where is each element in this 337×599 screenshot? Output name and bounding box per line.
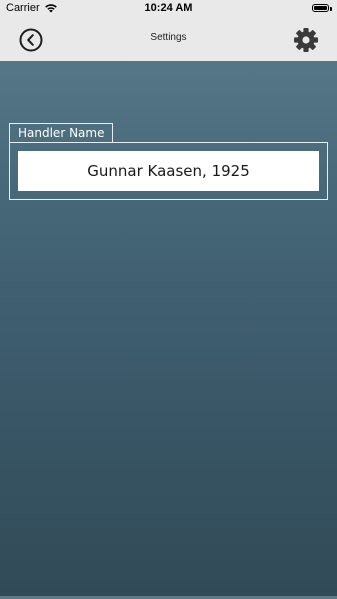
handler-name-legend: Handler Name	[9, 123, 114, 142]
battery-level	[314, 6, 327, 10]
battery-icon	[312, 4, 329, 12]
status-time: 10:24 AM	[144, 2, 193, 14]
settings-screen: Carrier 10:24 AM Settings Handler Name G…	[0, 0, 337, 599]
status-bar: Carrier 10:24 AM	[0, 0, 337, 18]
handler-name-field[interactable]: Gunnar Kaasen, 1925	[18, 151, 319, 191]
battery-tip	[330, 7, 332, 11]
settings-button[interactable]	[293, 27, 319, 53]
page-title: Settings	[150, 32, 187, 43]
navigation-bar: Settings	[0, 18, 337, 61]
gear-icon	[294, 28, 318, 52]
